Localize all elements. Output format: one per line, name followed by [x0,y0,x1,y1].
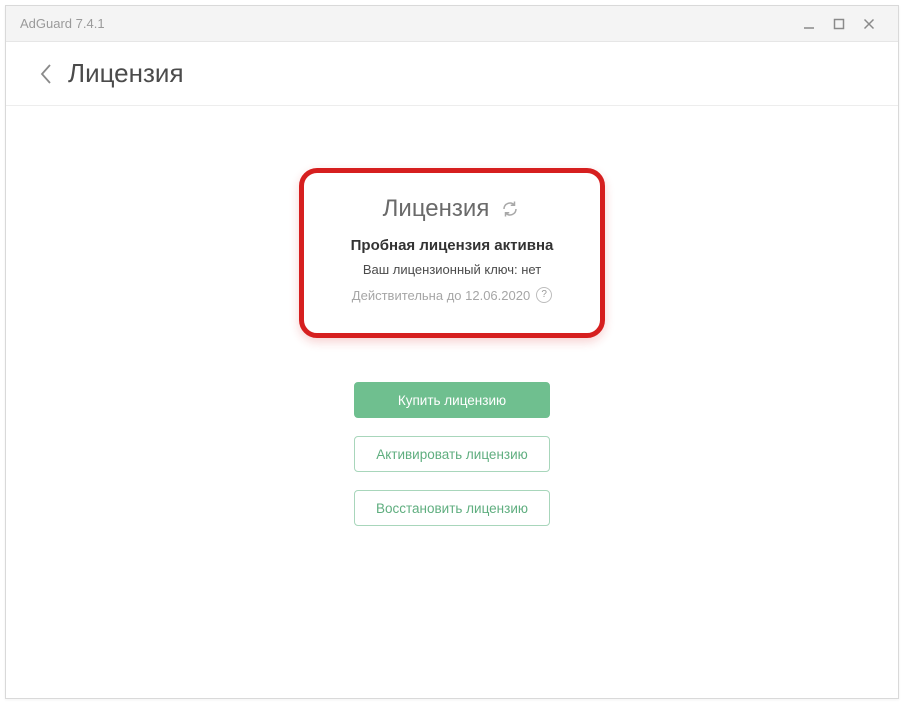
activate-license-button[interactable]: Активировать лицензию [354,436,550,472]
restore-license-button[interactable]: Восстановить лицензию [354,490,550,526]
refresh-button[interactable] [499,198,521,220]
valid-until-text: Действительна до 12.06.2020 [352,288,530,303]
minimize-button[interactable] [794,9,824,39]
page-title: Лицензия [68,58,184,89]
license-card: Лицензия Пробная лицензия активна Ваш ли… [299,168,605,338]
window-title: AdGuard 7.4.1 [20,16,105,31]
titlebar: AdGuard 7.4.1 [6,6,898,42]
content-area: Лицензия Пробная лицензия активна Ваш ли… [6,106,898,698]
chevron-left-icon [39,63,53,85]
maximize-icon [833,18,845,30]
app-window: AdGuard 7.4.1 Лицензия Лицензия [5,5,899,699]
buy-license-button[interactable]: Купить лицензию [354,382,550,418]
card-title: Лицензия [383,195,490,223]
close-button[interactable] [854,9,884,39]
back-button[interactable] [28,56,64,92]
minimize-icon [803,18,815,30]
page-header: Лицензия [6,42,898,106]
refresh-icon [501,200,519,218]
help-button[interactable]: ? [536,287,552,303]
license-key-line: Ваш лицензионный ключ: нет [363,262,541,277]
license-status: Пробная лицензия активна [351,237,554,254]
actions-group: Купить лицензию Активировать лицензию Во… [354,382,550,526]
close-icon [863,18,875,30]
valid-until-row: Действительна до 12.06.2020 ? [352,287,552,303]
maximize-button[interactable] [824,9,854,39]
card-title-row: Лицензия [383,195,522,223]
